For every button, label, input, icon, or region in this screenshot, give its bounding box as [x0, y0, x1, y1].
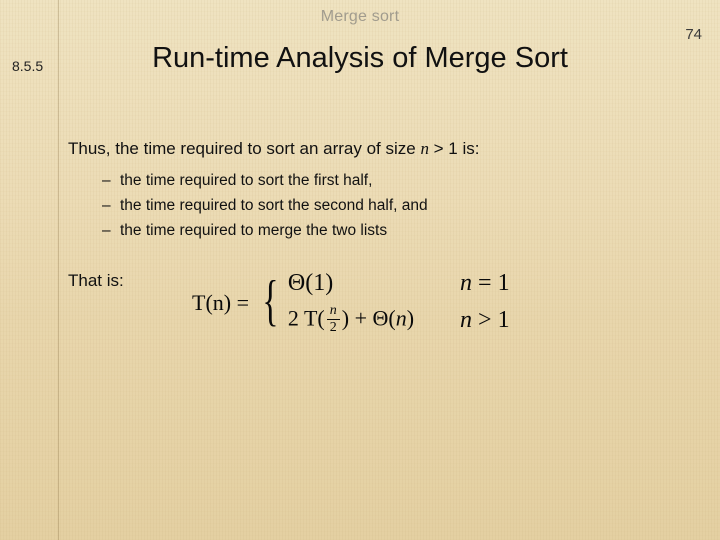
brace-icon: { — [262, 273, 278, 329]
case2-arg: n — [396, 306, 407, 331]
recurrence-formula: T(n) = { Θ(1) n = 1 2 T(n2) + Θ(n) n > 1 — [192, 270, 510, 336]
vertical-rule — [58, 0, 59, 540]
case2-prefix: 2 T( — [288, 306, 325, 331]
slide: Merge sort 74 8.5.5 Run-time Analysis of… — [0, 0, 720, 540]
case1-expr: Θ(1) — [288, 270, 414, 297]
case2-cond: n > 1 — [460, 307, 510, 334]
frac-num: n — [327, 304, 340, 320]
intro-var-n: n — [420, 139, 429, 158]
list-item: the time required to merge the two lists — [102, 219, 680, 244]
formula-cases: Θ(1) n = 1 2 T(n2) + Θ(n) n > 1 — [288, 270, 510, 336]
list-item: the time required to sort the first half… — [102, 169, 680, 194]
slide-title: Run-time Analysis of Merge Sort — [0, 42, 720, 75]
frac-den: 2 — [327, 320, 340, 335]
fraction: n2 — [327, 304, 340, 335]
bullet-list: the time required to sort the first half… — [68, 169, 680, 244]
case2-cond-rest: > 1 — [472, 307, 510, 333]
case1-cond-var: n — [460, 270, 472, 296]
header-topic: Merge sort — [0, 8, 720, 26]
formula-lhs: T(n) = — [192, 290, 249, 316]
case2-expr: 2 T(n2) + Θ(n) — [288, 305, 414, 336]
case2-mid: ) + Θ( — [342, 306, 396, 331]
page-number: 74 — [685, 26, 702, 43]
case1-cond-rest: = 1 — [472, 270, 510, 296]
intro-post: > 1 is: — [429, 139, 480, 158]
formula-lhs-text: T(n) = — [192, 290, 249, 315]
case1-cond: n = 1 — [460, 270, 510, 297]
case2-suffix: ) — [407, 306, 414, 331]
intro-pre: Thus, the time required to sort an array… — [68, 139, 420, 158]
list-item: the time required to sort the second hal… — [102, 194, 680, 219]
case2-cond-var: n — [460, 307, 472, 333]
intro-line: Thus, the time required to sort an array… — [68, 138, 680, 161]
